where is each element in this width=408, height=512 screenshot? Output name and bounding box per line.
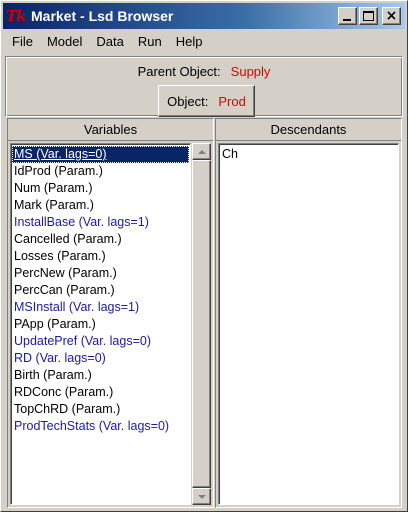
variable-item[interactable]: InstallBase (Var. lags=1)	[12, 214, 189, 231]
variable-item[interactable]: RD (Var. lags=0)	[12, 350, 189, 367]
menu-model[interactable]: Model	[40, 31, 89, 53]
variables-header: Variables	[8, 119, 213, 141]
variables-listbox[interactable]: MS (Var. lags=0) IdProd (Param.) Num (Pa…	[10, 143, 191, 505]
variables-scrollbar[interactable]	[192, 143, 211, 505]
menu-run[interactable]: Run	[131, 31, 169, 53]
variable-item[interactable]: PercNew (Param.)	[12, 265, 189, 282]
object-label: Object:	[167, 93, 209, 109]
maximize-button[interactable]	[359, 7, 378, 25]
variable-item[interactable]: Losses (Param.)	[12, 248, 189, 265]
variable-item[interactable]: PercCan (Param.)	[12, 282, 189, 299]
variables-list: MS (Var. lags=0) IdProd (Param.) Num (Pa…	[11, 144, 190, 437]
window-controls: ×	[338, 7, 401, 25]
arrow-up-icon	[197, 149, 206, 154]
object-info-panel: Parent Object: Supply Object: Prod	[5, 56, 403, 117]
variable-item[interactable]: Num (Param.)	[12, 180, 189, 197]
maximize-icon	[363, 11, 374, 21]
variable-item[interactable]: RDConc (Param.)	[12, 384, 189, 401]
variable-item[interactable]: MS (Var. lags=0)	[12, 146, 189, 163]
descendants-list: Ch	[219, 144, 398, 165]
variable-item[interactable]: ProdTechStats (Var. lags=0)	[12, 418, 189, 435]
close-icon: ×	[385, 8, 398, 24]
variables-panel: Variables MS (Var. lags=0) IdProd (Param…	[7, 118, 214, 508]
menu-help[interactable]: Help	[169, 31, 210, 53]
parent-object-value[interactable]: Supply	[231, 64, 271, 79]
menu-bar: File Model Data Run Help	[3, 31, 405, 53]
close-button[interactable]: ×	[382, 7, 401, 25]
minimize-button[interactable]	[338, 7, 357, 25]
parent-object-row: Parent Object: Supply	[6, 64, 402, 79]
window-title: Market - Lsd Browser	[31, 8, 174, 24]
variable-item[interactable]: TopChRD (Param.)	[12, 401, 189, 418]
menu-data[interactable]: Data	[89, 31, 130, 53]
variable-item[interactable]: MSInstall (Var. lags=1)	[12, 299, 189, 316]
arrow-down-icon	[197, 494, 206, 499]
descendants-panel: Descendants Ch	[215, 118, 402, 508]
browser-window: Tk Market - Lsd Browser × File Model Dat…	[0, 0, 408, 512]
scroll-thumb[interactable]	[192, 160, 211, 488]
variable-item[interactable]: UpdatePref (Var. lags=0)	[12, 333, 189, 350]
object-value: Prod	[218, 93, 246, 109]
variable-item[interactable]: Cancelled (Param.)	[12, 231, 189, 248]
object-button[interactable]: Object: Prod	[158, 85, 255, 117]
descendants-header: Descendants	[216, 119, 401, 141]
variable-item[interactable]: PApp (Param.)	[12, 316, 189, 333]
minimize-icon	[343, 19, 351, 21]
parent-object-label: Parent Object:	[137, 64, 221, 79]
title-bar[interactable]: Tk Market - Lsd Browser ×	[3, 3, 405, 29]
menu-file[interactable]: File	[3, 31, 40, 53]
scroll-down-button[interactable]	[192, 488, 211, 505]
variable-item[interactable]: IdProd (Param.)	[12, 163, 189, 180]
descendants-listbox[interactable]: Ch	[218, 143, 399, 505]
variable-item[interactable]: Mark (Param.)	[12, 197, 189, 214]
tk-app-icon: Tk	[6, 7, 27, 25]
scroll-up-button[interactable]	[192, 143, 211, 160]
variable-item[interactable]: Birth (Param.)	[12, 367, 189, 384]
descendant-item[interactable]: Ch	[220, 146, 397, 163]
